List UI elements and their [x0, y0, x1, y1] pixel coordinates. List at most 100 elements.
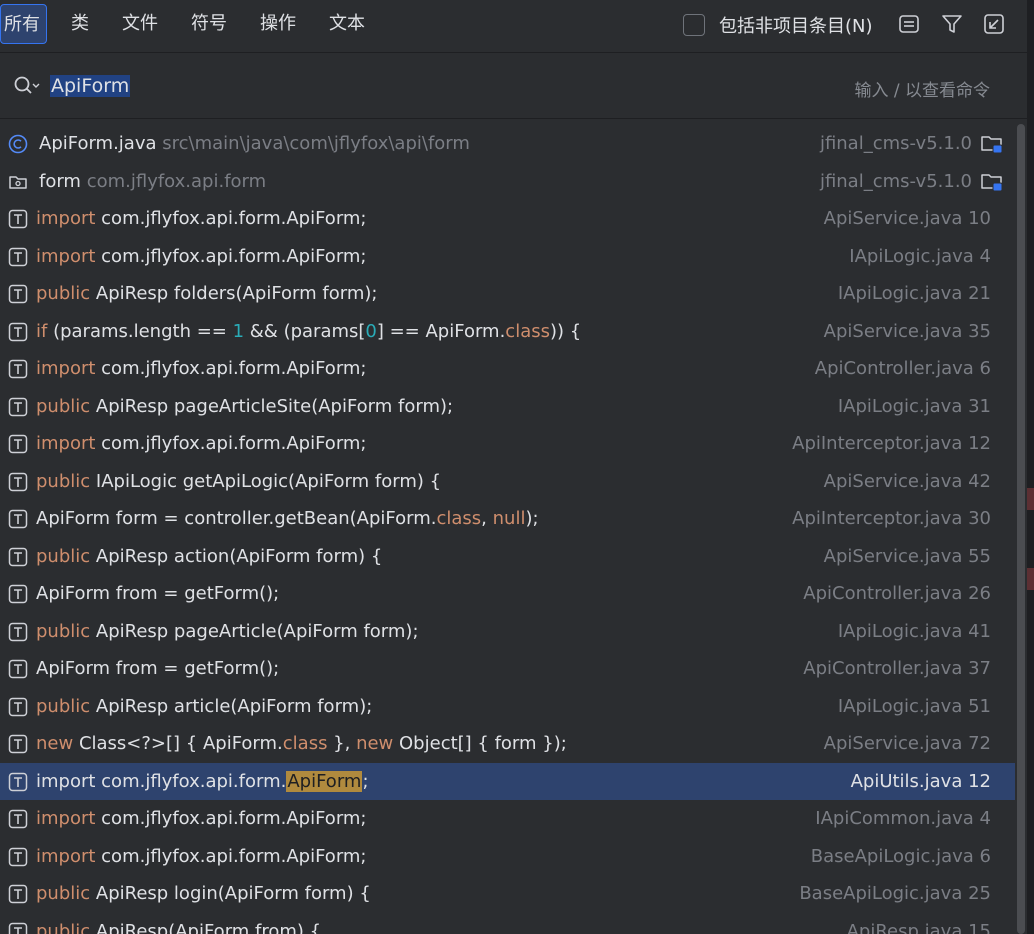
result-row[interactable]: import com.jflyfox.api.form.ApiForm; IApi… [0, 238, 1015, 276]
result-row[interactable]: ApiForm from = getForm(); ApiController.j… [0, 575, 1015, 613]
result-row[interactable]: public ApiResp pageArticle(ApiForm form)… [0, 613, 1015, 651]
result-text-part: public [36, 470, 91, 492]
result-row[interactable]: public ApiResp(ApiForm from) {ApiResp.ja… [0, 913, 1015, 934]
result-text-part: import [36, 245, 96, 267]
result-row[interactable]: ApiForm from = getForm(); ApiController.j… [0, 650, 1015, 688]
result-text: public ApiResp folders(ApiForm form); [36, 275, 377, 313]
result-row[interactable]: ApiForm.java src\main\java\com\jflyfox\a… [0, 125, 1015, 163]
result-text-part: ApiForm from = getForm(); [36, 583, 280, 604]
tab-actions[interactable]: 操作 [256, 4, 300, 44]
result-text-part: if [36, 320, 48, 342]
result-row[interactable]: if (params.length == 1 && (params[0] == … [0, 313, 1015, 351]
search-hint: 输入 / 以查看命令 [854, 81, 990, 101]
text-icon [8, 322, 28, 341]
result-text-part: import [36, 433, 96, 454]
result-text-part: ApiResp login(ApiForm form) { [90, 883, 371, 904]
result-location: ApiService.java 72 [823, 733, 991, 754]
result-text-part: public [36, 920, 91, 934]
result-text-part: ApiResp pageArticle(ApiForm form); [90, 620, 419, 642]
search-input[interactable]: ApiForm [50, 73, 131, 99]
result-text: ApiForm from = getForm(); [36, 575, 279, 613]
result-text-part: new [356, 733, 394, 754]
result-text-part: ; [362, 770, 369, 792]
result-row[interactable]: public ApiResp article(ApiForm form); IAp… [0, 688, 1015, 726]
text-icon [8, 547, 28, 566]
result-row[interactable]: import com.jflyfox.api.form.ApiForm; ApiI… [0, 425, 1015, 463]
scrollbar[interactable] [1015, 124, 1027, 934]
result-text-part: com.jflyfox.api.form.ApiForm; [95, 433, 367, 454]
preview-icon[interactable] [897, 12, 921, 36]
search-input-value[interactable]: ApiForm [50, 75, 131, 97]
result-location: ApiService.java 55 [823, 545, 991, 567]
text-icon [8, 209, 28, 229]
result-row[interactable]: ApiForm form = controller.getBean(ApiFor… [0, 500, 1015, 538]
result-text-part: public [36, 283, 91, 304]
result-text: form com.jflyfox.api.form [39, 163, 266, 201]
result-location: BaseApiLogic.java 25 [799, 883, 991, 904]
result-location: ApiController.java 37 [803, 658, 991, 679]
result-location: ApiService.java 42 [823, 470, 991, 492]
result-text-part: public [36, 620, 91, 642]
result-text-part: class [282, 733, 328, 754]
open-in-window-icon[interactable] [982, 12, 1006, 36]
result-row[interactable]: public ApiResp action(ApiForm form) {Api… [0, 538, 1015, 576]
result-row[interactable]: public ApiResp folders(ApiForm form); IAp… [0, 275, 1015, 313]
match-highlight: ApiForm [286, 770, 363, 792]
result-row[interactable]: public ApiResp pageArticleSite(ApiForm f… [0, 388, 1015, 426]
result-row[interactable]: form com.jflyfox.api.form jfinal_cms-v5.1… [0, 163, 1015, 201]
result-text: public IApiLogic getApiLogic(ApiForm for… [36, 463, 441, 501]
divider [0, 52, 1030, 53]
include-non-project-checkbox[interactable] [683, 14, 705, 36]
result-row[interactable]: new Class<?>[] { ApiForm.class }, new Ob… [0, 725, 1015, 763]
result-text-part: import [36, 808, 96, 829]
filter-icon[interactable] [940, 12, 964, 36]
result-text-part: com.jflyfox.api.form.ApiForm; [95, 845, 367, 867]
module-folder-icon [981, 136, 1003, 154]
result-text-part: com.jflyfox.api.form.ApiForm; [95, 245, 367, 267]
result-location: IApiLogic.java 41 [837, 620, 991, 642]
tab-classes[interactable]: 类 [67, 4, 93, 44]
result-row[interactable]: import com.jflyfox.api.form.ApiForm; ApiU… [0, 762, 1015, 800]
editor-edge [1027, 0, 1034, 934]
result-location: ApiService.java 35 [823, 320, 991, 342]
tab-symbols[interactable]: 符号 [187, 4, 231, 44]
result-text: new Class<?>[] { ApiForm.class }, new Ob… [36, 725, 567, 763]
result-text-part: ApiResp(ApiForm from) { [90, 920, 322, 934]
module-folder-icon [981, 173, 1003, 191]
result-text-part: ] == ApiForm. [376, 320, 506, 342]
result-row[interactable]: public IApiLogic getApiLogic(ApiForm for… [0, 463, 1015, 501]
result-text-part: com.jflyfox.api.form.ApiForm; [95, 208, 367, 229]
result-location: ApiUtils.java 12 [850, 770, 991, 792]
result-row[interactable]: public ApiResp login(ApiForm form) { Base… [0, 875, 1015, 913]
text-icon [8, 659, 28, 679]
result-row[interactable]: import com.jflyfox.api.form.ApiForm; IApi… [0, 800, 1015, 838]
tab-text[interactable]: 文本 [325, 4, 369, 44]
error-stripe-mark [1027, 568, 1034, 590]
result-text-part: ApiResp article(ApiForm form); [90, 695, 373, 717]
scrollbar-thumb[interactable] [1017, 124, 1025, 934]
tab-files[interactable]: 文件 [118, 4, 162, 44]
search-row: ApiForm 输入 / 以查看命令 [0, 54, 1030, 118]
result-text-part: )) { [549, 320, 582, 342]
result-text: public ApiResp pageArticle(ApiForm form)… [36, 613, 419, 651]
result-row[interactable]: import com.jflyfox.api.form.ApiForm; Base… [0, 838, 1015, 876]
tab-all[interactable]: 所有 [0, 4, 47, 44]
result-text-part: import [36, 208, 96, 229]
result-text: if (params.length == 1 && (params[0] == … [36, 313, 581, 351]
result-text-part: (params.length == [47, 320, 233, 342]
include-non-project-option[interactable]: 包括非项目条目(N) [683, 12, 873, 38]
result-row[interactable]: import com.jflyfox.api.form.ApiForm; ApiC… [0, 350, 1015, 388]
text-icon [8, 359, 28, 379]
result-text: import com.jflyfox.api.form.ApiForm; [36, 425, 367, 463]
result-location: ApiController.java 6 [814, 358, 991, 379]
result-text: import com.jflyfox.api.form.ApiForm; [36, 838, 367, 876]
result-text-part: ApiForm.java [39, 133, 157, 154]
result-text-part: public [36, 883, 91, 904]
search-icon[interactable] [12, 74, 42, 98]
result-location: IApiLogic.java 51 [837, 695, 991, 717]
result-text-part: public [36, 545, 91, 567]
text-icon [8, 472, 28, 491]
result-text-part: form [39, 170, 81, 192]
result-row[interactable]: import com.jflyfox.api.form.ApiForm; ApiS… [0, 200, 1015, 238]
text-icon [8, 847, 28, 866]
